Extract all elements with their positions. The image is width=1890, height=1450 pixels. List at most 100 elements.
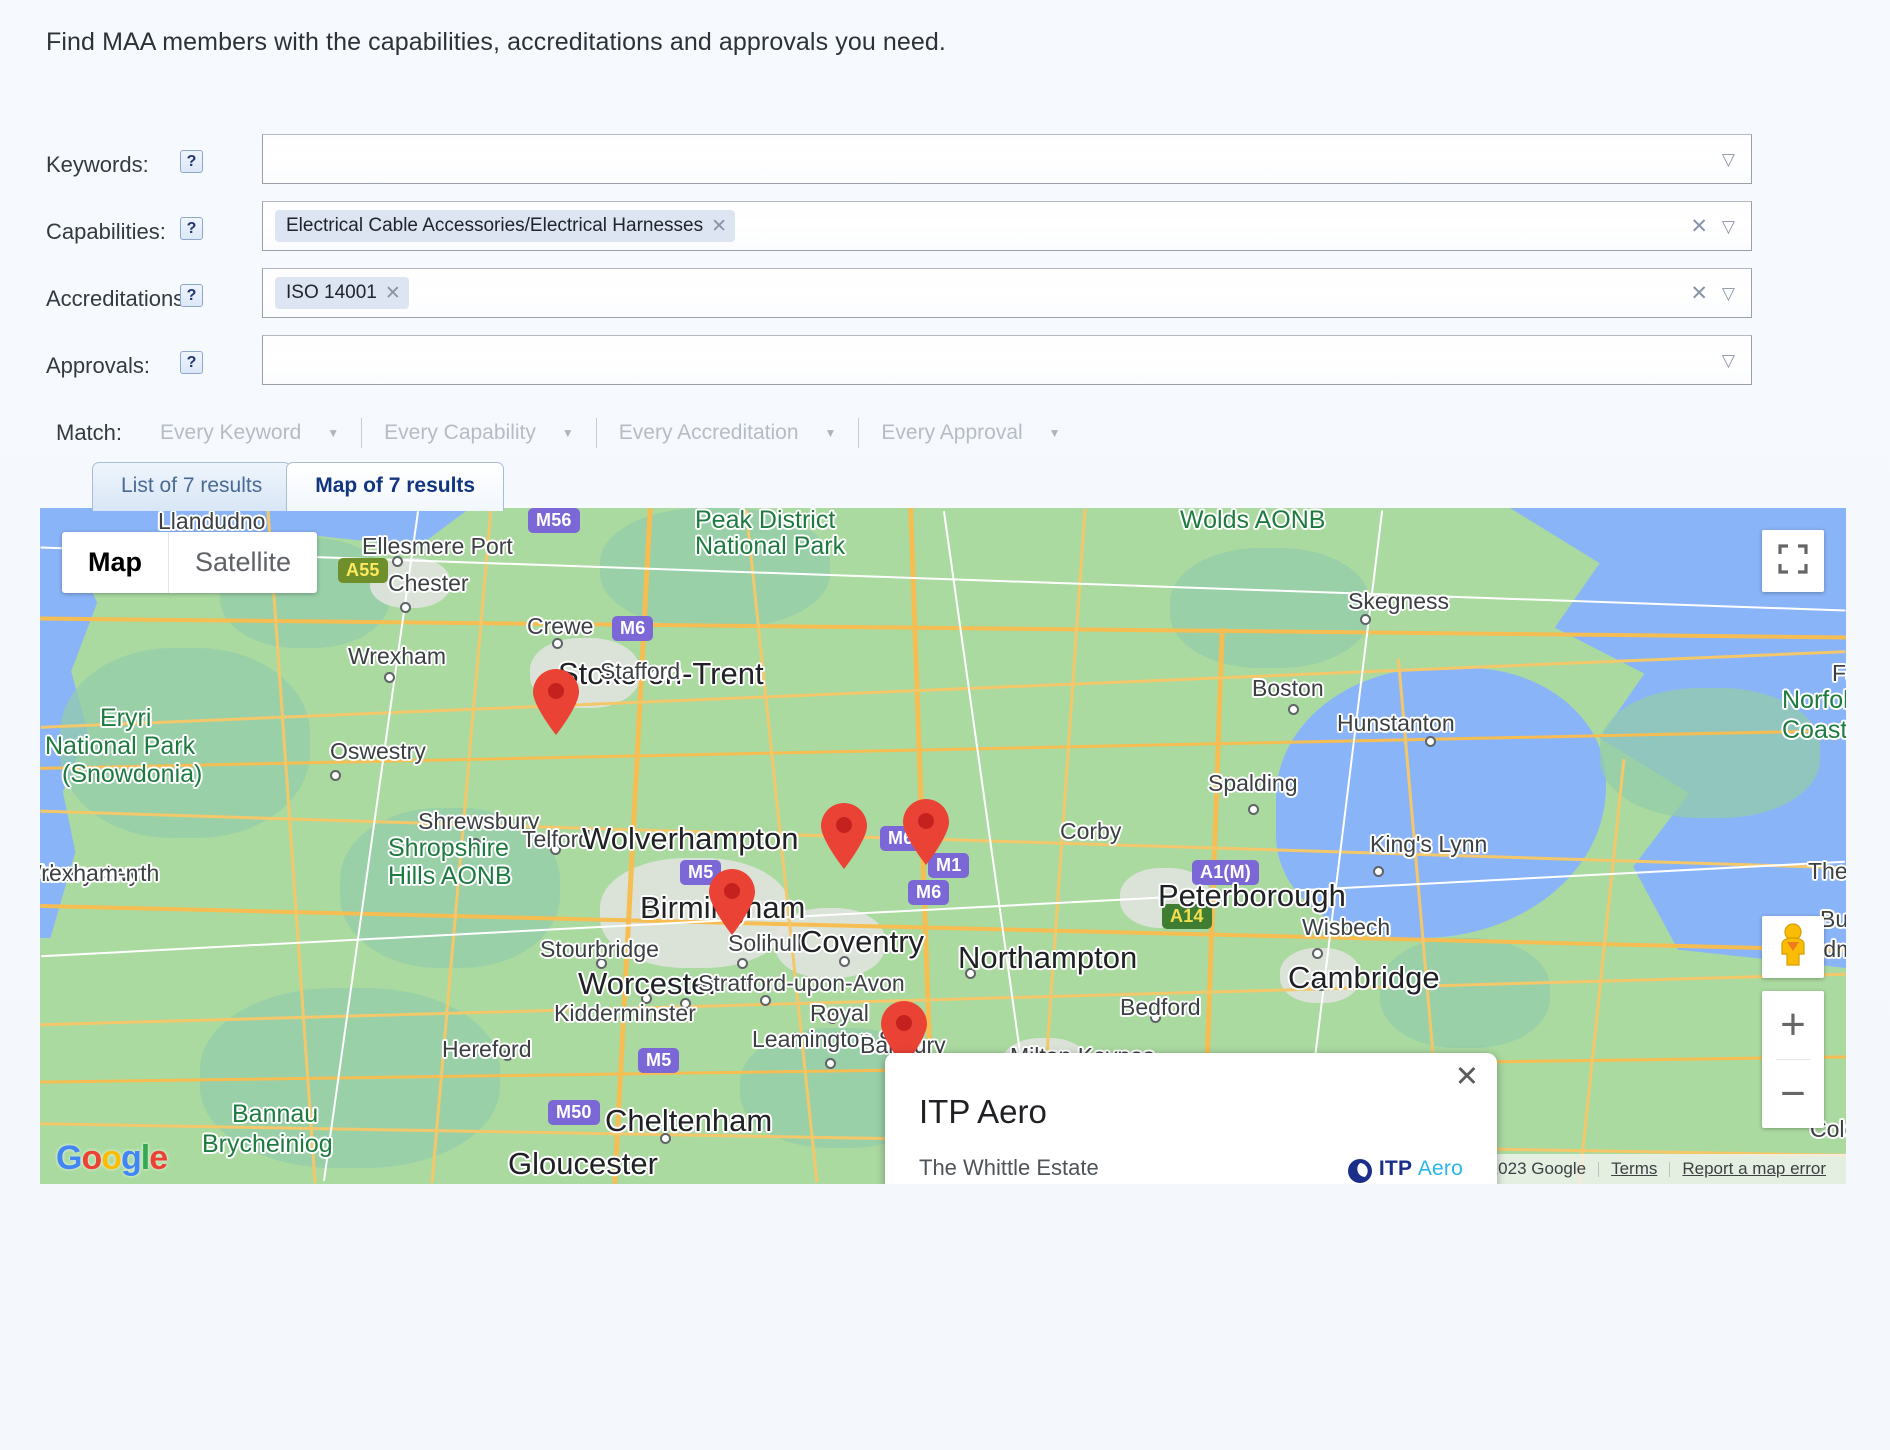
chevron-down-icon: ▼ (1048, 426, 1061, 440)
map-city-dot (1248, 804, 1259, 815)
pegman-icon (1774, 922, 1812, 972)
fullscreen-icon (1778, 543, 1808, 579)
accreditations-input[interactable]: ISO 14001 ✕ ✕ ▽ (262, 268, 1752, 318)
map-city-dot (1316, 980, 1327, 991)
report-map-error-link[interactable]: Report a map error (1670, 1159, 1838, 1179)
keywords-combo-icons: ▽ (1722, 151, 1751, 168)
map-type-satellite-button[interactable]: Satellite (168, 532, 317, 593)
search-form: Keywords: ? ▽ Capabilities: ? Electrical… (0, 134, 1790, 408)
map-route-shield: M5 (638, 1048, 680, 1073)
google-logo-char: l (140, 1139, 151, 1177)
keywords-help-icon[interactable]: ? (180, 150, 203, 173)
map-result-marker[interactable] (530, 668, 582, 736)
map-city-dot (1360, 614, 1371, 625)
zoom-out-button[interactable]: − (1762, 1060, 1824, 1128)
map-city-dot (552, 638, 563, 649)
chevron-down-icon[interactable]: ▽ (1722, 285, 1735, 302)
match-select-keyword[interactable]: Every Keyword ▼ (160, 421, 339, 445)
accreditations-help-icon[interactable]: ? (180, 284, 203, 307)
map-city-dot (1312, 948, 1323, 959)
match-select-accreditation[interactable]: Every Accreditation ▼ (619, 421, 837, 445)
chip-remove-icon[interactable]: ✕ (385, 284, 401, 303)
map-result-marker[interactable] (818, 802, 870, 870)
map-route-shield: M50 (548, 1100, 600, 1125)
chevron-down-icon[interactable]: ▽ (1722, 352, 1735, 369)
chevron-down-icon[interactable]: ▽ (1722, 151, 1735, 168)
results-tabs: List of 7 results Map of 7 results (92, 462, 505, 511)
map-type-map-button[interactable]: Map (62, 532, 168, 593)
approvals-input[interactable]: ▽ (262, 335, 1752, 385)
divider (858, 418, 860, 448)
page-intro-text: Find MAA members with the capabilities, … (46, 28, 946, 56)
form-row-keywords: Keywords: ? ▽ (0, 134, 1790, 207)
tab-map-results[interactable]: Map of 7 results (286, 462, 505, 511)
chip-capability[interactable]: Electrical Cable Accessories/Electrical … (275, 210, 736, 242)
chevron-down-icon: ▼ (824, 426, 837, 440)
map-city-dot (550, 844, 561, 855)
chip-accreditation[interactable]: ISO 14001 ✕ (275, 277, 409, 309)
clear-icon[interactable]: ✕ (1690, 216, 1708, 237)
itp-aero-logo-text: ITP Aero (1379, 1157, 1463, 1180)
map-result-marker[interactable] (900, 798, 952, 866)
divider (595, 418, 597, 448)
keywords-input[interactable]: ▽ (262, 134, 1752, 184)
map-route-shield: M6 (908, 880, 950, 905)
logo-aero: Aero (1417, 1157, 1463, 1181)
map-city-dot (660, 1133, 671, 1144)
capabilities-help-icon[interactable]: ? (180, 217, 203, 240)
map-route-shield: A55 (338, 558, 388, 583)
map-city-dot (827, 1013, 838, 1024)
map-city-dot (825, 1058, 836, 1069)
close-icon[interactable]: ✕ (1455, 1063, 1479, 1092)
google-logo: Google (56, 1139, 168, 1178)
form-row-capabilities: Capabilities: ? Electrical Cable Accesso… (0, 201, 1790, 274)
zoom-in-button[interactable]: + (1762, 991, 1824, 1059)
map-city-dot (737, 958, 748, 969)
map-greenspace (60, 648, 310, 838)
info-window-body: The Whittle Estate Cambridge Road Leices… (919, 1153, 1463, 1184)
map-container[interactable]: M56A55M6M6M1M6M5A1(M)A14M5M50M40 Llandud… (40, 508, 1846, 1184)
map-city-dot (1288, 704, 1299, 715)
map-greenspace (1170, 548, 1370, 668)
tab-list-results[interactable]: List of 7 results (92, 462, 292, 511)
map-city-dot (470, 838, 481, 849)
itp-aero-logo-mark (1346, 1159, 1378, 1183)
match-select-approval-label: Every Approval (881, 421, 1023, 444)
match-select-approval[interactable]: Every Approval ▼ (881, 421, 1060, 445)
map-result-marker[interactable] (706, 868, 758, 936)
divider (361, 418, 363, 448)
keywords-label: Keywords: (46, 152, 149, 177)
accreditations-combo-icons: ✕ ▽ (1690, 283, 1751, 304)
accreditations-chips: ISO 14001 ✕ (263, 277, 1690, 309)
accreditations-label: Accreditations: (46, 286, 191, 311)
map-city-dot (400, 602, 411, 613)
fullscreen-button[interactable] (1762, 530, 1824, 592)
clear-icon[interactable]: ✕ (1690, 283, 1708, 304)
match-select-capability[interactable]: Every Capability ▼ (384, 421, 574, 445)
capabilities-input[interactable]: Electrical Cable Accessories/Electrical … (262, 201, 1752, 251)
capabilities-label: Capabilities: (46, 219, 166, 244)
member-address: The Whittle Estate Cambridge Road Leices… (919, 1153, 1119, 1184)
google-logo-char: e (149, 1139, 168, 1177)
address-line: The Whittle Estate (919, 1155, 1099, 1180)
match-label: Match: (56, 420, 123, 445)
capabilities-combo-icons: ✕ ▽ (1690, 216, 1751, 237)
page-root: Find MAA members with the capabilities, … (0, 0, 1890, 1450)
map-city-dot (502, 1050, 513, 1061)
map-city-dot (1425, 736, 1436, 747)
approvals-help-icon[interactable]: ? (180, 351, 203, 374)
street-view-pegman-button[interactable] (1762, 916, 1824, 978)
map-city-dot (965, 968, 976, 979)
terms-link[interactable]: Terms (1599, 1159, 1669, 1179)
match-select-keyword-label: Every Keyword (160, 421, 302, 444)
form-row-accreditations: Accreditations: ? ISO 14001 ✕ ✕ ▽ (0, 268, 1790, 341)
chevron-down-icon[interactable]: ▽ (1722, 218, 1735, 235)
match-select-accreditation-label: Every Accreditation (618, 421, 799, 444)
map-city-dot (760, 995, 771, 1006)
map-greenspace (1600, 688, 1820, 818)
approvals-combo-icons: ▽ (1722, 352, 1751, 369)
chip-remove-icon[interactable]: ✕ (711, 217, 727, 236)
map-type-control: Map Satellite (62, 532, 318, 593)
chip-label: ISO 14001 (286, 282, 377, 303)
map-city-dot (641, 993, 652, 1004)
